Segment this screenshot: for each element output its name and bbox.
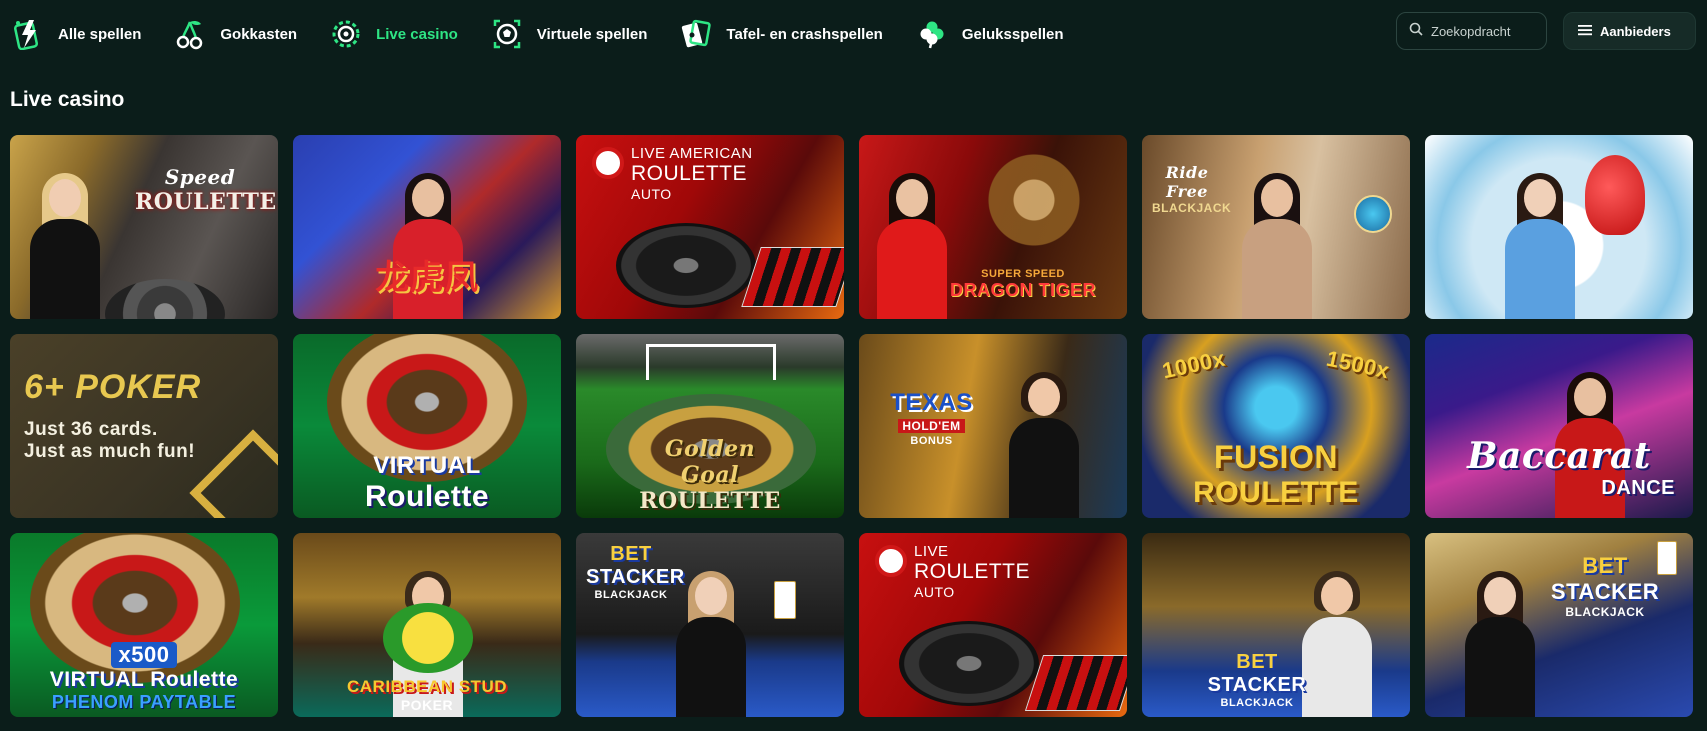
game-title: BET STACKER BLACKJACK xyxy=(586,543,685,601)
dealer-figure xyxy=(1242,173,1312,319)
game-title: SUPER SPEED DRAGON TIGER xyxy=(949,268,1096,300)
providers-button[interactable]: Aanbieders xyxy=(1563,12,1696,50)
dealer-figure xyxy=(676,571,746,717)
nav-item-label: Tafel- en crashspellen xyxy=(726,25,883,43)
dealer-figure xyxy=(1302,571,1372,717)
roulette-wheel-graphic xyxy=(616,223,756,308)
search-box[interactable] xyxy=(1396,12,1547,50)
nav-item-gokkasten[interactable]: Gokkasten xyxy=(174,0,297,68)
lightning-cards-icon xyxy=(12,17,44,51)
game-tile-bet-stacker-blackjack-live-2[interactable]: BET STACKER BLACKJACK xyxy=(1425,533,1693,717)
game-tile-caribbean-stud-poker[interactable]: CARIBBEAN STUD POKER xyxy=(293,533,561,717)
clover-icon xyxy=(916,17,948,51)
goal-graphic xyxy=(646,344,776,380)
nav-item-alle-spellen[interactable]: Alle spellen xyxy=(12,0,141,68)
nav-item-label: Geluksspellen xyxy=(961,25,1064,43)
providers-label: Aanbieders xyxy=(1600,23,1671,39)
game-title: CARIBBEAN STUD POKER xyxy=(347,677,507,713)
roulette-logo-icon xyxy=(875,545,907,577)
roulette-logo-icon xyxy=(592,147,624,179)
game-title: LIVE AMERICAN ROULETTE AUTO xyxy=(631,145,753,202)
game-tile-fusion-roulette[interactable]: 1000x 1500x FUSION ROULETTE xyxy=(1142,334,1410,518)
game-tile-virtual-roulette[interactable]: VIRTUAL Roulette xyxy=(293,334,561,518)
dealer-figure xyxy=(1465,571,1535,717)
game-title: Speed ROULETTE xyxy=(135,165,277,215)
search-input[interactable] xyxy=(1431,23,1541,39)
roulette-table-graphic xyxy=(741,247,844,307)
game-title: x500 VIRTUAL Roulette PHENOM PAYTABLE xyxy=(49,642,239,712)
nav-item-live-casino[interactable]: Live casino xyxy=(330,0,458,68)
dealer-figure xyxy=(1505,173,1575,319)
game-title: 1000x 1500x xyxy=(1159,345,1393,384)
nav-item-virtuele-spellen[interactable]: Virtuele spellen xyxy=(491,0,648,68)
game-title: BET STACKER BLACKJACK xyxy=(1207,651,1307,709)
palm-tree-icon xyxy=(383,603,473,673)
virtual-ball-icon xyxy=(491,17,523,51)
game-tile-bet-stacker-blackjack[interactable]: BET STACKER BLACKJACK xyxy=(576,533,844,717)
roulette-table-graphic xyxy=(1024,655,1127,711)
menu-icon xyxy=(1578,24,1592,39)
game-title: TEXAS HOLD'EM BONUS xyxy=(890,389,973,447)
nav-item-tafel-en-crashspellen[interactable]: Tafel- en crashspellen xyxy=(680,0,883,68)
free-badge-icon xyxy=(1354,195,1392,233)
game-tile-virtual-roulette-phenom-paytable[interactable]: x500 VIRTUAL Roulette PHENOM PAYTABLE xyxy=(10,533,278,717)
game-title: Ride Free BLACKJACK xyxy=(1152,163,1232,215)
nav-item-label: Gokkasten xyxy=(220,25,298,43)
game-title: LIVE ROULETTE AUTO xyxy=(914,543,1031,600)
game-tile-dragon-tiger-phoenix[interactable]: 龙虎凤 xyxy=(293,135,561,319)
nav-item-geluksspellen[interactable]: Geluksspellen xyxy=(916,0,1064,68)
game-tile-super-speed-dragon-tiger[interactable]: SUPER SPEED DRAGON TIGER xyxy=(859,135,1127,319)
game-tile-live-american-roulette-auto[interactable]: LIVE AMERICAN ROULETTE AUTO xyxy=(576,135,844,319)
game-title: Golden Goal ROULETTE xyxy=(639,436,781,514)
nav-item-label: Virtuele spellen xyxy=(536,25,648,43)
roulette-chip-icon xyxy=(330,17,362,51)
game-title: 6+ POKER Just 36 cards. Just as much fun… xyxy=(24,368,202,462)
nav-item-label: Alle spellen xyxy=(58,25,142,43)
game-grid: Speed ROULETTE 龙虎凤 LIVE AMERICAN ROULETT… xyxy=(10,135,1693,717)
game-tile-six-plus-poker[interactable]: 6+ POKER Just 36 cards. Just as much fun… xyxy=(10,334,278,518)
playing-cards-icon xyxy=(680,17,712,51)
game-title: 龙虎凤 xyxy=(375,258,479,298)
game-tile-texas-holdem-bonus[interactable]: TEXAS HOLD'EM BONUS xyxy=(859,334,1127,518)
dragon-tiger-graphic xyxy=(954,140,1114,260)
roulette-wheel-graphic xyxy=(899,621,1039,706)
game-tile-lucky-koi[interactable] xyxy=(1425,135,1693,319)
game-title: BET STACKER BLACKJACK xyxy=(1550,553,1660,619)
nav-item-label: Live casino xyxy=(376,25,458,43)
game-subtitle: FUSION ROULETTE xyxy=(1193,439,1359,509)
page-title: Live casino xyxy=(10,88,125,111)
game-title: VIRTUAL Roulette xyxy=(365,452,489,513)
game-tile-ride-free-blackjack[interactable]: Ride Free BLACKJACK xyxy=(1142,135,1410,319)
game-tile-baccarat-dance[interactable]: Baccarat DANCE xyxy=(1425,334,1693,518)
dealer-figure xyxy=(30,173,100,319)
top-navigation-bar: Alle spellen Gokkasten Live casino Virtu… xyxy=(0,0,1707,68)
playing-card-icon xyxy=(774,581,796,619)
koi-fish-icon xyxy=(1585,155,1645,235)
game-tile-live-roulette-auto[interactable]: LIVE ROULETTE AUTO xyxy=(859,533,1127,717)
game-tile-bet-stacker-blackjack-live[interactable]: BET STACKER BLACKJACK xyxy=(1142,533,1410,717)
game-tile-speed-roulette[interactable]: Speed ROULETTE xyxy=(10,135,278,319)
game-tile-golden-goal-roulette[interactable]: Golden Goal ROULETTE xyxy=(576,334,844,518)
game-title: Baccarat DANCE xyxy=(1467,435,1675,499)
dealer-figure xyxy=(1009,372,1079,518)
category-nav: Alle spellen Gokkasten Live casino Virtu… xyxy=(0,0,1097,68)
search-icon xyxy=(1409,22,1423,41)
cherries-icon xyxy=(174,17,206,51)
